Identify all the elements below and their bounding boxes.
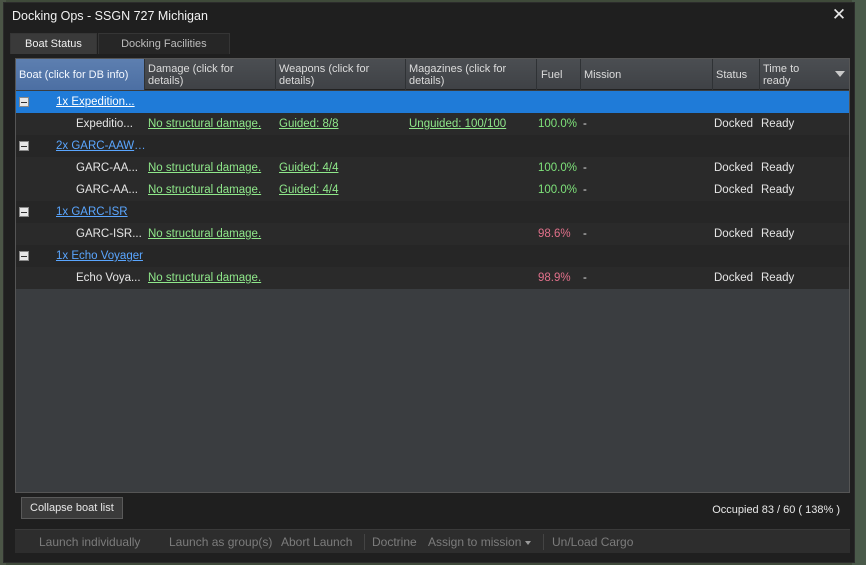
column-header-mission[interactable]: Mission [581,59,713,90]
collapse-group-icon[interactable] [19,207,29,217]
fuel-value: 100.0% [538,118,578,130]
column-header-magazines[interactable]: Magazines (click for details) [406,59,537,90]
boat-row[interactable]: GARC-ISR... No structural damage. 98.6% … [16,223,849,245]
time-to-ready-value: Ready [761,272,795,284]
mission-value: - [583,228,587,240]
collapse-group-icon[interactable] [19,97,29,107]
column-header-boat[interactable]: Boat (click for DB info) [16,59,145,90]
grid-header: Boat (click for DB info) Damage (click f… [16,59,849,90]
title-bar[interactable]: Docking Ops - SSGN 727 Michigan ✕ [4,3,854,29]
sort-descending-icon [835,71,845,77]
group-row[interactable]: 1x Echo Voyager [16,245,849,267]
fuel-value: 98.6% [538,228,571,240]
status-value: Docked [714,118,753,130]
mission-value: - [583,272,587,284]
doctrine-button[interactable]: Doctrine [372,530,417,554]
tab-boat-status[interactable]: Boat Status [10,33,97,54]
boat-name: GARC-AA... [76,162,138,174]
occupancy-readout: Occupied 83 / 60 ( 138% ) [712,504,840,516]
launch-as-group-button[interactable]: Launch as group(s) [169,530,272,554]
abort-launch-button[interactable]: Abort Launch [281,530,352,554]
boat-row[interactable]: Echo Voya... No structural damage. 98.9%… [16,267,849,289]
collapse-group-icon[interactable] [19,251,29,261]
window-title: Docking Ops - SSGN 727 Michigan [12,9,208,23]
group-row[interactable]: 2x GARC-AAW ... [16,135,849,157]
collapse-boat-list-button[interactable]: Collapse boat list [21,497,123,519]
boat-name: GARC-ISR... [76,228,142,240]
boat-name: GARC-AA... [76,184,138,196]
boat-name: Expeditio... [76,118,133,130]
damage-link[interactable]: No structural damage. [148,113,274,135]
collapse-group-icon[interactable] [19,141,29,151]
group-row[interactable]: 1x GARC-ISR [16,201,849,223]
damage-link[interactable]: No structural damage. [148,223,274,245]
time-to-ready-value: Ready [761,162,795,174]
mission-value: - [583,118,587,130]
group-label-link[interactable]: 1x Echo Voyager [56,245,146,267]
group-label-link[interactable]: 1x GARC-ISR [56,201,146,223]
assign-to-mission-dropdown[interactable]: Assign to mission [428,530,532,554]
time-to-ready-value: Ready [761,228,795,240]
boat-row[interactable]: GARC-AA... No structural damage. Guided:… [16,179,849,201]
column-header-time-to-ready[interactable]: Time to ready [760,59,849,90]
assign-to-mission-label: Assign to mission [428,535,522,549]
damage-link[interactable]: No structural damage. [148,179,274,201]
damage-link[interactable]: No structural damage. [148,267,274,289]
launch-individually-button[interactable]: Launch individually [39,530,140,554]
unload-cargo-button[interactable]: Un/Load Cargo [552,530,633,554]
boat-grid: Boat (click for DB info) Damage (click f… [15,58,850,493]
column-header-time-label: Time to ready [763,62,800,87]
mission-value: - [583,162,587,174]
status-value: Docked [714,272,753,284]
column-header-status[interactable]: Status [713,59,760,90]
tab-strip: Boat Status Docking Facilities [10,33,850,54]
action-divider [364,534,365,550]
chevron-down-icon [525,540,532,545]
status-value: Docked [714,228,753,240]
action-divider [543,534,544,550]
weapons-link[interactable]: Guided: 4/4 [279,179,405,201]
group-row[interactable]: 1x Expedition... [16,91,849,113]
tab-docking-facilities[interactable]: Docking Facilities [97,33,230,54]
magazines-link[interactable]: Unguided: 100/100 [409,113,535,135]
docking-ops-window: Docking Ops - SSGN 727 Michigan ✕ Boat S… [3,2,855,563]
weapons-link[interactable]: Guided: 4/4 [279,157,405,179]
boat-row[interactable]: Expeditio... No structural damage. Guide… [16,113,849,135]
status-value: Docked [714,184,753,196]
damage-link[interactable]: No structural damage. [148,157,274,179]
group-label-link[interactable]: 2x GARC-AAW ... [56,135,146,157]
fuel-value: 100.0% [538,162,578,174]
close-icon[interactable]: ✕ [830,6,848,24]
time-to-ready-value: Ready [761,184,795,196]
column-header-fuel[interactable]: Fuel [537,59,581,90]
boat-name: Echo Voya... [76,272,141,284]
time-to-ready-value: Ready [761,118,795,130]
column-header-damage[interactable]: Damage (click for details) [145,59,276,90]
status-value: Docked [714,162,753,174]
column-header-weapons[interactable]: Weapons (click for details) [276,59,406,90]
fuel-value: 100.0% [538,184,578,196]
weapons-link[interactable]: Guided: 8/8 [279,113,405,135]
fuel-value: 98.9% [538,272,571,284]
mission-value: - [583,184,587,196]
group-label-link[interactable]: 1x Expedition... [56,91,146,113]
grid-rows: 1x Expedition... Expeditio... No structu… [16,91,849,289]
action-bar: Launch individually Launch as group(s) A… [15,529,850,553]
boat-row[interactable]: GARC-AA... No structural damage. Guided:… [16,157,849,179]
